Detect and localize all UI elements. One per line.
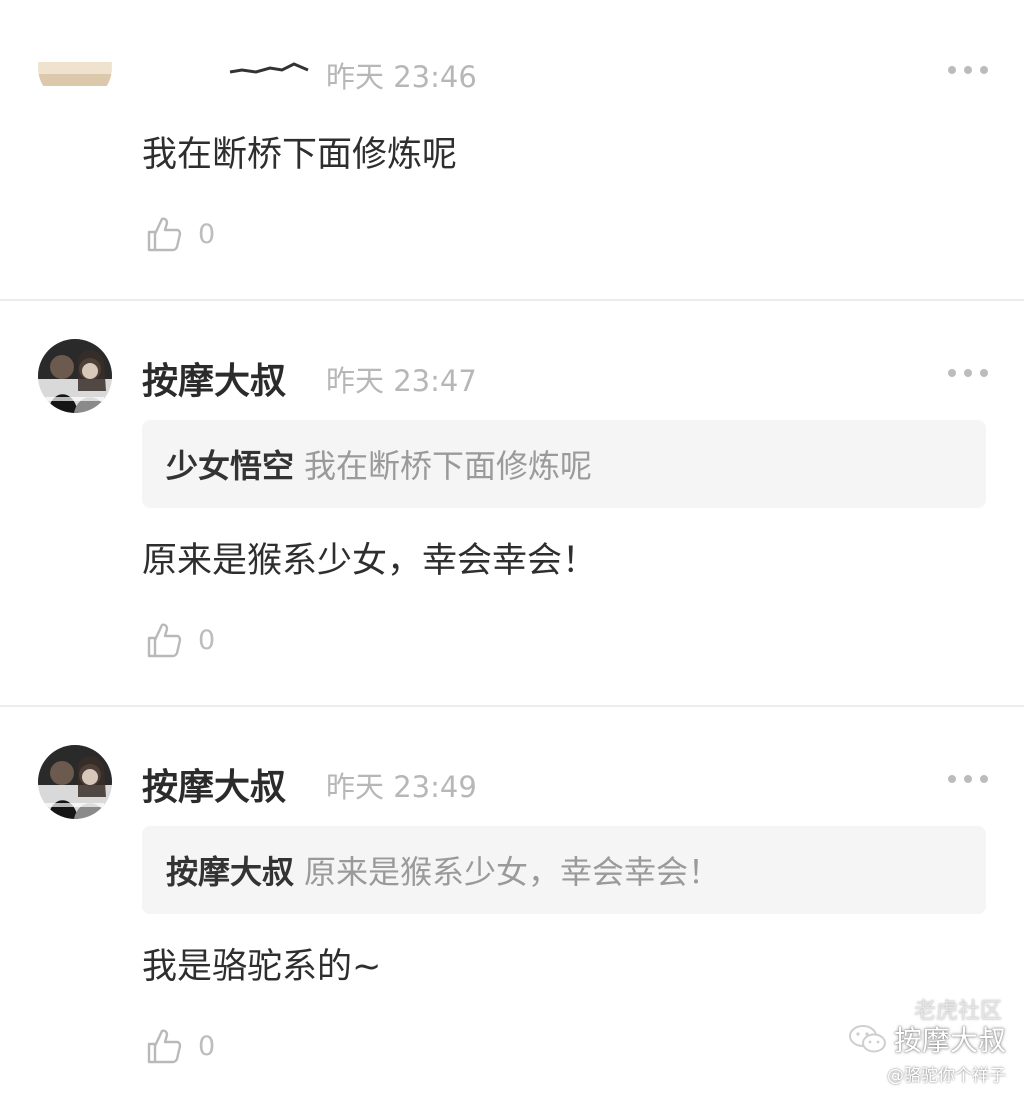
thumbs-up-icon (147, 217, 182, 252)
wechat-icon (848, 1025, 886, 1053)
avatar[interactable] (38, 30, 112, 104)
comment-text: 我在断桥下面修炼呢 (142, 135, 458, 175)
more-dot (964, 66, 972, 74)
more-dot (980, 66, 988, 74)
comment-time: 昨天 23:49 (326, 770, 477, 804)
username[interactable]: 按摩大叔 (142, 758, 286, 810)
like-button[interactable]: 0 (146, 214, 215, 254)
divider (0, 705, 1024, 707)
like-count: 0 (198, 1030, 216, 1062)
more-options-button[interactable] (948, 367, 988, 379)
more-dot (964, 775, 972, 783)
comment-text: 我是骆驼系的~ (142, 947, 382, 987)
more-dot (948, 775, 956, 783)
quoted-comment[interactable]: 按摩大叔 原来是猴系少女，幸会幸会！ (142, 826, 986, 914)
watermark-community: 老虎社区 (913, 999, 1002, 1024)
more-dot (948, 66, 956, 74)
quoted-username: 少女悟空 (166, 447, 295, 485)
username[interactable]: 按摩大叔 (142, 352, 286, 404)
redacted-name-mark (229, 62, 309, 74)
watermark: 老虎社区 按摩大叔 @骆驼你个祥子 (848, 999, 1006, 1086)
watermark-handle: @骆驼你个祥子 (887, 1066, 1006, 1086)
quoted-comment[interactable]: 少女悟空 我在断桥下面修炼呢 (142, 420, 986, 508)
comment-time: 昨天 23:47 (326, 364, 477, 398)
more-dot (964, 369, 972, 377)
avatar[interactable] (38, 339, 112, 413)
like-count: 0 (198, 218, 216, 250)
comment-time: 昨天 23:46 (326, 60, 477, 94)
thumbs-up-icon (147, 1029, 182, 1064)
like-button[interactable]: 0 (146, 620, 215, 660)
watermark-name: 按摩大叔 (893, 1024, 1006, 1057)
more-dot (948, 369, 956, 377)
comment-item: 昨天 23:46 我在断桥下面修炼呢 0 (0, 0, 1024, 300)
quoted-username: 按摩大叔 (166, 853, 295, 891)
avatar[interactable] (38, 745, 112, 819)
more-options-button[interactable] (948, 64, 988, 76)
quoted-text: 原来是猴系少女，幸会幸会！ (304, 853, 721, 891)
quoted-text: 我在断桥下面修炼呢 (304, 447, 593, 485)
comment-item: 按摩大叔 昨天 23:47 少女悟空 我在断桥下面修炼呢 原来是猴系少女，幸会幸… (0, 302, 1024, 706)
more-options-button[interactable] (948, 773, 988, 785)
thumbs-up-icon (147, 623, 182, 658)
divider (0, 299, 1024, 301)
like-button[interactable]: 0 (146, 1026, 215, 1066)
comment-text: 原来是猴系少女，幸会幸会！ (142, 541, 598, 581)
more-dot (980, 369, 988, 377)
like-count: 0 (198, 624, 216, 656)
more-dot (980, 775, 988, 783)
comment-feed: 昨天 23:46 我在断桥下面修炼呢 0 按摩大叔 昨天 23:47 少女悟空 … (0, 0, 1024, 1100)
watermark-row: 按摩大叔 (848, 1019, 1006, 1059)
